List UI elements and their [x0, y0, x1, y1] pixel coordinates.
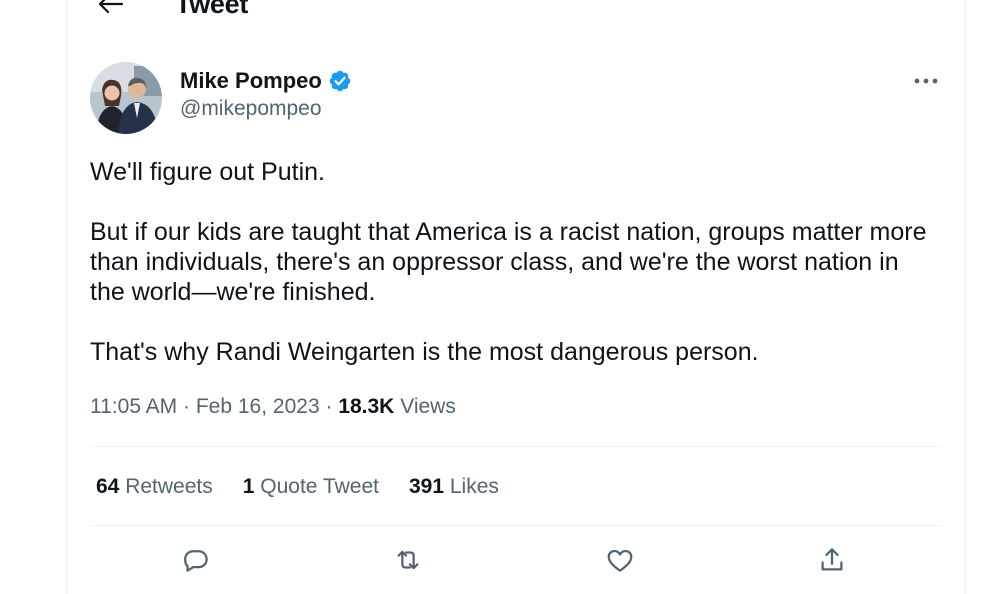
tweet-meta: 11:05 AM · Feb 16, 2023 · 18.3K Views	[90, 392, 456, 422]
tweet-paragraph: That's why Randi Weingarten is the most …	[90, 338, 759, 366]
more-horizontal-icon	[914, 78, 938, 84]
page-title: Tweet	[175, 0, 249, 19]
avatar[interactable]	[90, 62, 162, 134]
tweet-date[interactable]: Feb 16, 2023	[196, 395, 320, 418]
retweet-icon	[397, 550, 419, 570]
quotes-label: Quote Tweet	[260, 475, 379, 498]
page-header: Tweet	[92, 0, 248, 22]
tweet-time[interactable]: 11:05 AM	[90, 395, 177, 418]
reply-icon	[184, 550, 208, 572]
retweets-stat[interactable]: 64 Retweets	[96, 472, 213, 502]
divider	[90, 525, 942, 526]
retweet-button[interactable]	[388, 540, 428, 580]
views-label: Views	[400, 395, 456, 418]
author-info: Mike Pompeo @mikepompeo	[180, 66, 352, 121]
heart-icon	[607, 549, 633, 572]
author-display-name[interactable]: Mike Pompeo	[180, 68, 322, 94]
quotes-count: 1	[242, 475, 255, 498]
meta-separator: ·	[183, 395, 191, 418]
tweet-actions	[90, 540, 942, 580]
reply-button[interactable]	[176, 540, 216, 580]
like-button[interactable]	[600, 540, 640, 580]
views-count: 18.3K	[338, 395, 395, 418]
meta-separator: ·	[325, 395, 333, 418]
share-button[interactable]	[812, 540, 852, 580]
likes-stat[interactable]: 391 Likes	[409, 472, 499, 502]
more-options-button[interactable]	[908, 66, 944, 96]
arrow-left-icon	[98, 0, 123, 14]
likes-label: Likes	[449, 475, 499, 498]
share-icon	[821, 548, 843, 571]
tweet-stats: 64 Retweets 1 Quote Tweet 391 Likes	[96, 472, 499, 502]
verified-badge-icon	[329, 70, 351, 92]
divider	[90, 446, 942, 447]
likes-count: 391	[408, 475, 445, 498]
quotes-stat[interactable]: 1 Quote Tweet	[243, 472, 379, 502]
avatar-photo	[90, 62, 162, 134]
views-link[interactable]: 18.3K Views	[338, 395, 456, 418]
tweet-text: We'll figure out Putin. But if our kids …	[90, 157, 940, 367]
retweets-count: 64	[96, 475, 120, 498]
retweets-label: Retweets	[125, 475, 213, 498]
tweet-paragraph: We'll figure out Putin.	[90, 158, 325, 186]
author-handle[interactable]: @mikepompeo	[180, 97, 352, 121]
back-button[interactable]	[92, 0, 128, 22]
tweet-paragraph: But if our kids are taught that America …	[90, 218, 927, 306]
